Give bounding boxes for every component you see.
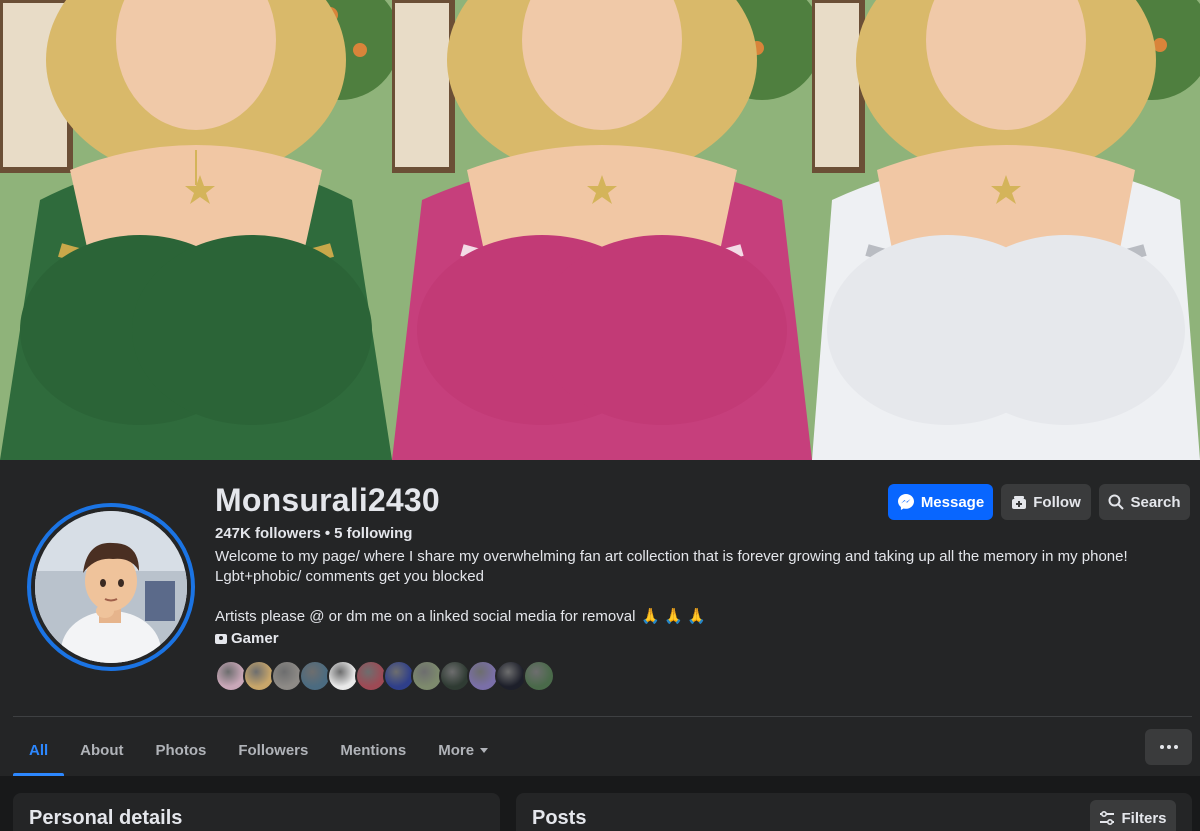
tab-label: More [438,741,475,759]
profile-name: Monsurali2430 [215,482,440,518]
bio-line: Lgbt+phobic/ comments get you blocked [215,568,484,585]
tab-label: About [80,741,124,759]
bio-removal-text: Artists please @ or dm me on a linked so… [215,608,636,625]
messenger-icon [897,494,914,510]
header-divider [13,716,1192,717]
tab-mentions[interactable]: Mentions [324,724,422,776]
filters-label: Filters [1121,809,1167,827]
profile-tabs: All About Photos Followers Mentions More [13,724,504,776]
caret-down-icon [480,747,489,753]
category-label: Gamer [231,630,279,647]
tab-more[interactable]: More [422,724,504,776]
tab-label: All [29,741,49,759]
follower-avatar[interactable] [523,660,555,692]
tab-label: Photos [155,741,207,759]
message-button[interactable]: Message [888,484,993,520]
pray-emoji: 🙏 🙏 🙏 [641,608,706,625]
follower-avatars [215,660,555,692]
search-icon [1108,494,1125,510]
posts-title: Posts [532,807,587,829]
cover-panel-white [812,0,1200,460]
follow-button[interactable]: Follow [1001,484,1091,520]
profile-category: Gamer [215,630,279,647]
follow-label: Follow [1033,493,1081,511]
avatar-image [35,511,187,663]
tab-label: Followers [238,741,309,759]
message-label: Message [920,493,985,511]
tab-photos[interactable]: Photos [140,724,223,776]
camera-icon [215,633,227,644]
more-options-button[interactable] [1145,729,1192,765]
cover-panel-green [0,0,392,460]
dot-icon [1173,745,1178,749]
tab-label: Mentions [340,741,407,759]
bio-line: Welcome to my page/ where I share my ove… [215,548,1128,565]
filters-icon [1100,811,1115,825]
search-label: Search [1130,493,1181,511]
personal-details-title: Personal details [29,807,183,829]
dot-icon [1159,745,1164,749]
filters-button[interactable]: Filters [1090,800,1176,831]
profile-stats: 247K followers • 5 following [215,525,412,542]
following-count[interactable]: 5 following [334,525,412,542]
tab-all[interactable]: All [13,724,65,776]
profile-bio: Welcome to my page/ where I share my ove… [215,547,1165,627]
search-button[interactable]: Search [1099,484,1190,520]
bio-line: Artists please @ or dm me on a linked so… [215,607,1165,627]
dot-icon [1166,745,1171,749]
followers-count[interactable]: 247K followers [215,525,321,542]
cover-photo[interactable] [0,0,1200,460]
stats-separator: • [324,525,331,542]
tab-about[interactable]: About [64,724,139,776]
cover-panel-pink [392,0,812,460]
tab-followers[interactable]: Followers [222,724,324,776]
profile-avatar[interactable] [27,503,195,671]
follow-icon [1012,496,1027,509]
